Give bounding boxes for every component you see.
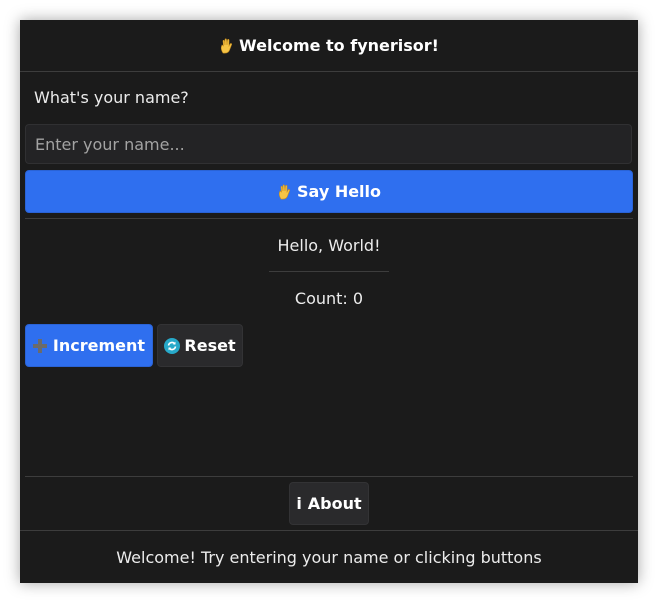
- waving-hand-icon: [221, 38, 233, 53]
- window-title-bar: Welcome to fynerisor!: [20, 20, 638, 72]
- greeting-divider: [269, 271, 389, 272]
- say-hello-label: Say Hello: [296, 182, 382, 201]
- increment-button[interactable]: Increment: [25, 324, 153, 367]
- name-input[interactable]: [25, 124, 632, 164]
- status-bar: Welcome! Try entering your name or click…: [20, 530, 638, 583]
- window-title: Welcome to fynerisor!: [239, 36, 439, 55]
- reset-label: Reset: [184, 336, 236, 355]
- info-icon: i: [296, 494, 302, 513]
- name-prompt-label: What's your name?: [34, 88, 189, 107]
- refresh-icon: [164, 337, 181, 354]
- increment-label: Increment: [52, 336, 146, 355]
- divider: [25, 218, 633, 219]
- say-hello-button[interactable]: Say Hello: [25, 170, 633, 213]
- reset-button[interactable]: Reset: [157, 324, 243, 367]
- about-label: About: [307, 494, 362, 513]
- divider: [25, 476, 633, 477]
- greeting-text: Hello, World!: [277, 236, 381, 255]
- status-text: Welcome! Try entering your name or click…: [116, 547, 542, 567]
- waving-hand-icon: [279, 184, 290, 199]
- about-button[interactable]: i About: [289, 482, 369, 525]
- plus-icon: [32, 338, 47, 353]
- app-window: Welcome to fynerisor! What's your name? …: [20, 20, 638, 583]
- count-text: Count: 0: [294, 289, 364, 308]
